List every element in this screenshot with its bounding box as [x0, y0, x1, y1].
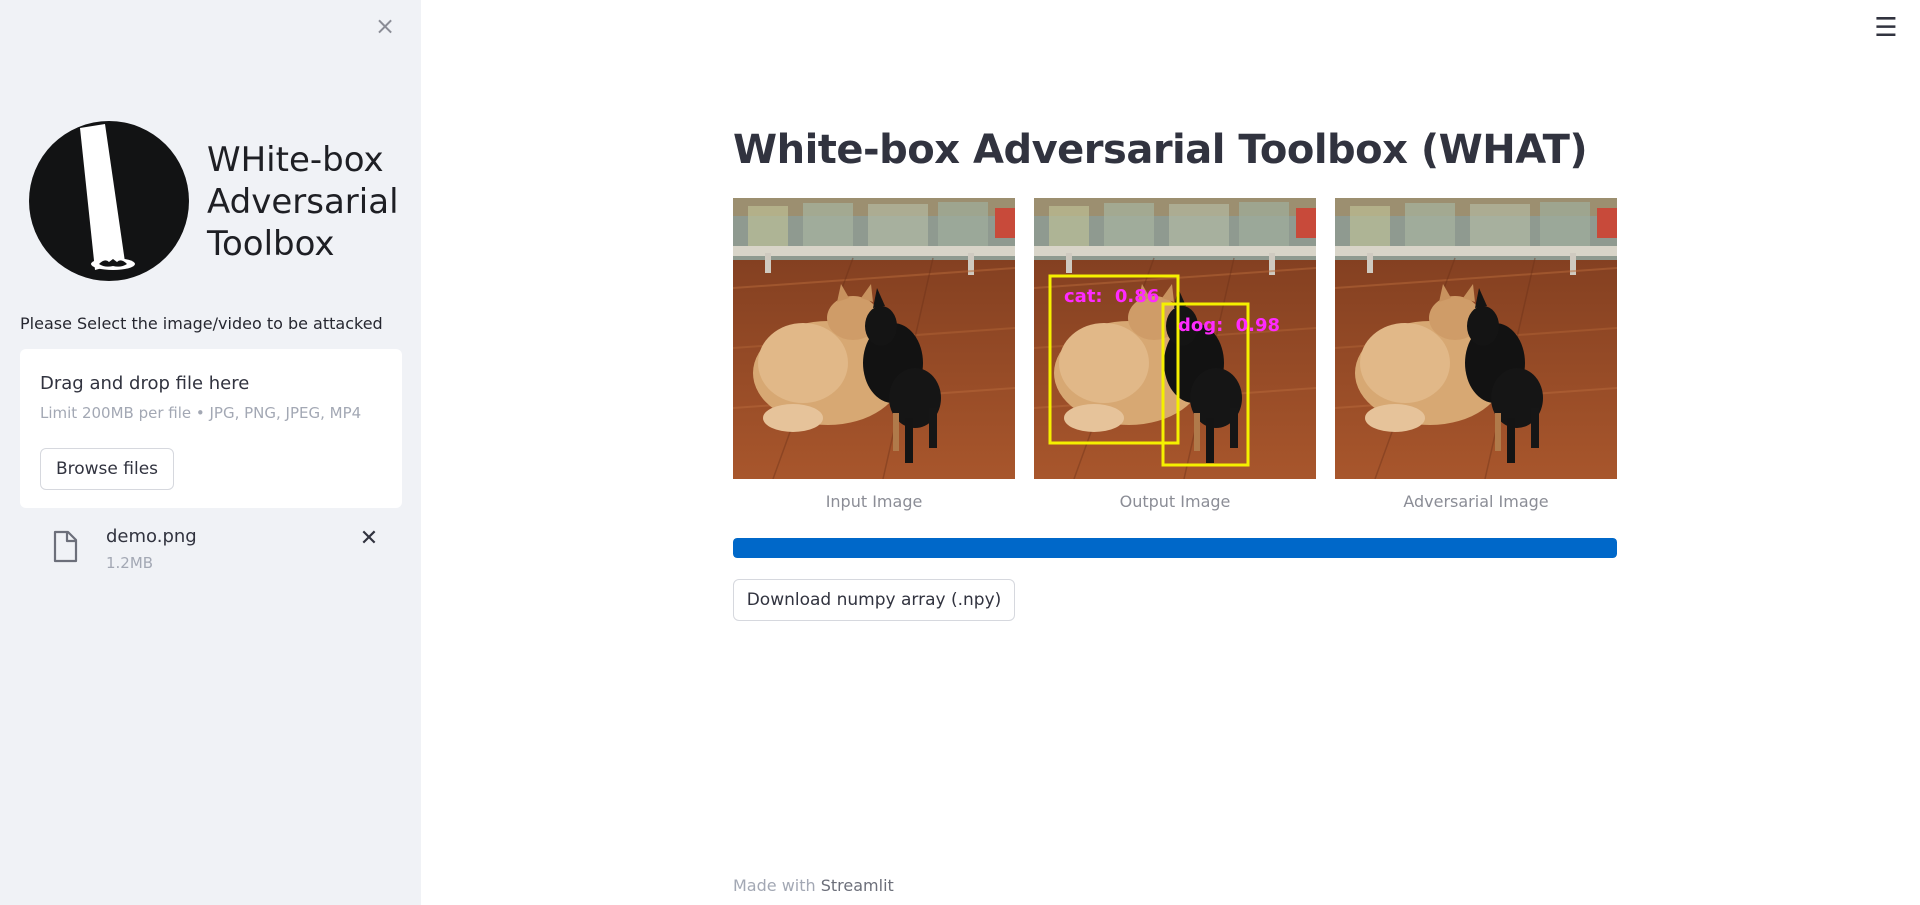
sidebar-close-icon[interactable]: ×: [372, 13, 398, 39]
uploaded-file: demo.png 1.2MB ✕: [20, 519, 402, 579]
hamburger-menu-icon[interactable]: ☰: [1872, 14, 1900, 42]
file-size: 1.2MB: [106, 554, 154, 572]
remove-file-icon[interactable]: ✕: [356, 526, 382, 552]
adversarial-image: [1335, 198, 1617, 479]
brand-line: WHite-box: [207, 140, 384, 180]
detection-label: dog:: [1178, 315, 1223, 336]
dropzone-limit: Limit 200MB per file • JPG, PNG, JPEG, M…: [40, 404, 362, 422]
input-image-column: Input Image: [733, 198, 1015, 511]
brand: WHite-box Adversarial Toolbox: [25, 120, 405, 285]
sidebar: × WHite-box Adversarial Toolbox Please S…: [0, 0, 421, 905]
streamlit-link[interactable]: Streamlit: [821, 876, 894, 895]
output-image-column: cat: 0.86 dog: 0.98 Output Image: [1034, 198, 1316, 511]
file-name: demo.png: [106, 526, 197, 547]
svg-text:dog: 0.98: dog: 0.98: [1178, 315, 1280, 336]
adversarial-image-column: Adversarial Image: [1335, 198, 1617, 511]
image-caption: Output Image: [1119, 492, 1231, 511]
page-title: White-box Adversarial Toolbox (WHAT): [733, 127, 1588, 173]
input-image: [733, 198, 1015, 479]
footer: Made with Streamlit: [733, 876, 894, 895]
file-icon: [53, 530, 78, 563]
file-uploader-label: Please Select the image/video to be atta…: [20, 314, 383, 333]
progress-bar-fill: [733, 538, 1617, 558]
image-caption: Adversarial Image: [1403, 492, 1549, 511]
spotlight-logo-icon: [29, 121, 189, 281]
brand-line: Toolbox: [207, 224, 335, 264]
detection-score: 0.98: [1236, 315, 1280, 336]
detection-score: 0.86: [1115, 286, 1159, 307]
file-dropzone[interactable]: Drag and drop file here Limit 200MB per …: [20, 349, 402, 508]
brand-name: WHite-box Adversarial Toolbox: [207, 139, 399, 265]
progress-bar: [733, 538, 1617, 558]
output-image: cat: 0.86 dog: 0.98: [1034, 198, 1316, 479]
footer-prefix: Made with: [733, 876, 821, 895]
detection-label: cat:: [1064, 286, 1103, 307]
browse-files-button[interactable]: Browse files: [40, 448, 174, 490]
download-npy-button[interactable]: Download numpy array (.npy): [733, 579, 1015, 621]
image-caption: Input Image: [825, 492, 923, 511]
dropzone-title: Drag and drop file here: [40, 373, 250, 394]
brand-line: Adversarial: [207, 182, 399, 222]
